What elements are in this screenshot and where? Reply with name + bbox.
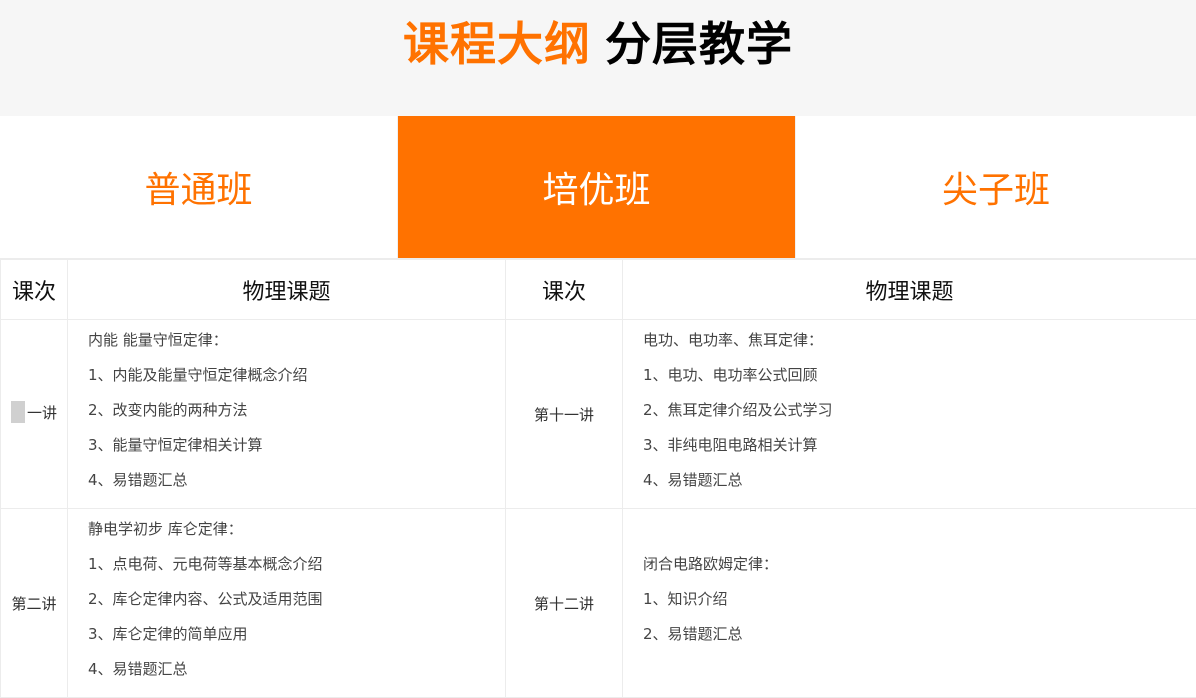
topic-item: 2、库仑定律内容、公式及适用范围 <box>88 582 505 617</box>
obscured-glyph <box>11 401 25 423</box>
lesson-cell: 第二讲 <box>1 509 68 698</box>
page-header: 课程大纲分层教学 <box>0 0 1196 116</box>
topic-item: 4、易错题汇总 <box>88 652 505 687</box>
header-lesson-left: 课次 <box>1 260 68 320</box>
tab-advanced-class[interactable]: 培优班 <box>398 116 796 258</box>
topic-item: 4、易错题汇总 <box>643 463 1196 498</box>
header-topic-left: 物理课题 <box>68 260 506 320</box>
topic-cell: 静电学初步 库仑定律： 1、点电荷、元电荷等基本概念介绍 2、库仑定律内容、公式… <box>68 509 506 698</box>
table-row: 一讲 内能 能量守恒定律： 1、内能及能量守恒定律概念介绍 2、改变内能的两种方… <box>1 320 1196 509</box>
lesson-cell: 第十二讲 <box>506 509 623 698</box>
topic-heading: 内能 能量守恒定律： <box>88 323 505 358</box>
topic-heading: 闭合电路欧姆定律： <box>643 547 1196 582</box>
title-main: 分层教学 <box>605 17 793 71</box>
topic-cell: 电功、电功率、焦耳定律： 1、电功、电功率公式回顾 2、焦耳定律介绍及公式学习 … <box>623 320 1196 509</box>
tab-regular-class[interactable]: 普通班 <box>0 116 398 258</box>
syllabus-table: 课次 物理课题 课次 物理课题 一讲 内能 能量守恒定律： 1、内能及能量守恒定… <box>0 259 1196 698</box>
topic-item: 3、非纯电阻电路相关计算 <box>643 428 1196 463</box>
page-title: 课程大纲分层教学 <box>403 8 793 74</box>
topic-item: 1、点电荷、元电荷等基本概念介绍 <box>88 547 505 582</box>
topic-item: 4、易错题汇总 <box>88 463 505 498</box>
topic-item: 2、易错题汇总 <box>643 617 1196 652</box>
topic-item: 1、知识介绍 <box>643 582 1196 617</box>
topic-item: 3、能量守恒定律相关计算 <box>88 428 505 463</box>
topic-item: 3、库仑定律的简单应用 <box>88 617 505 652</box>
topic-item: 1、电功、电功率公式回顾 <box>643 358 1196 393</box>
lesson-cell: 第十一讲 <box>506 320 623 509</box>
title-accent: 课程大纲 <box>403 17 591 71</box>
topic-heading: 静电学初步 库仑定律： <box>88 512 505 547</box>
lesson-cell: 一讲 <box>1 320 68 509</box>
topic-item: 1、内能及能量守恒定律概念介绍 <box>88 358 505 393</box>
tab-elite-class[interactable]: 尖子班 <box>796 116 1196 258</box>
header-topic-right: 物理课题 <box>623 260 1196 320</box>
topic-heading: 电功、电功率、焦耳定律： <box>643 323 1196 358</box>
header-lesson-right: 课次 <box>506 260 623 320</box>
table-row: 第二讲 静电学初步 库仑定律： 1、点电荷、元电荷等基本概念介绍 2、库仑定律内… <box>1 509 1196 698</box>
topic-item: 2、改变内能的两种方法 <box>88 393 505 428</box>
table-header-row: 课次 物理课题 课次 物理课题 <box>1 260 1196 320</box>
class-level-tabs: 普通班 培优班 尖子班 <box>0 116 1196 259</box>
lesson-label: 一讲 <box>27 402 57 423</box>
topic-cell: 内能 能量守恒定律： 1、内能及能量守恒定律概念介绍 2、改变内能的两种方法 3… <box>68 320 506 509</box>
topic-cell: 闭合电路欧姆定律： 1、知识介绍 2、易错题汇总 <box>623 509 1196 698</box>
topic-item: 2、焦耳定律介绍及公式学习 <box>643 393 1196 428</box>
